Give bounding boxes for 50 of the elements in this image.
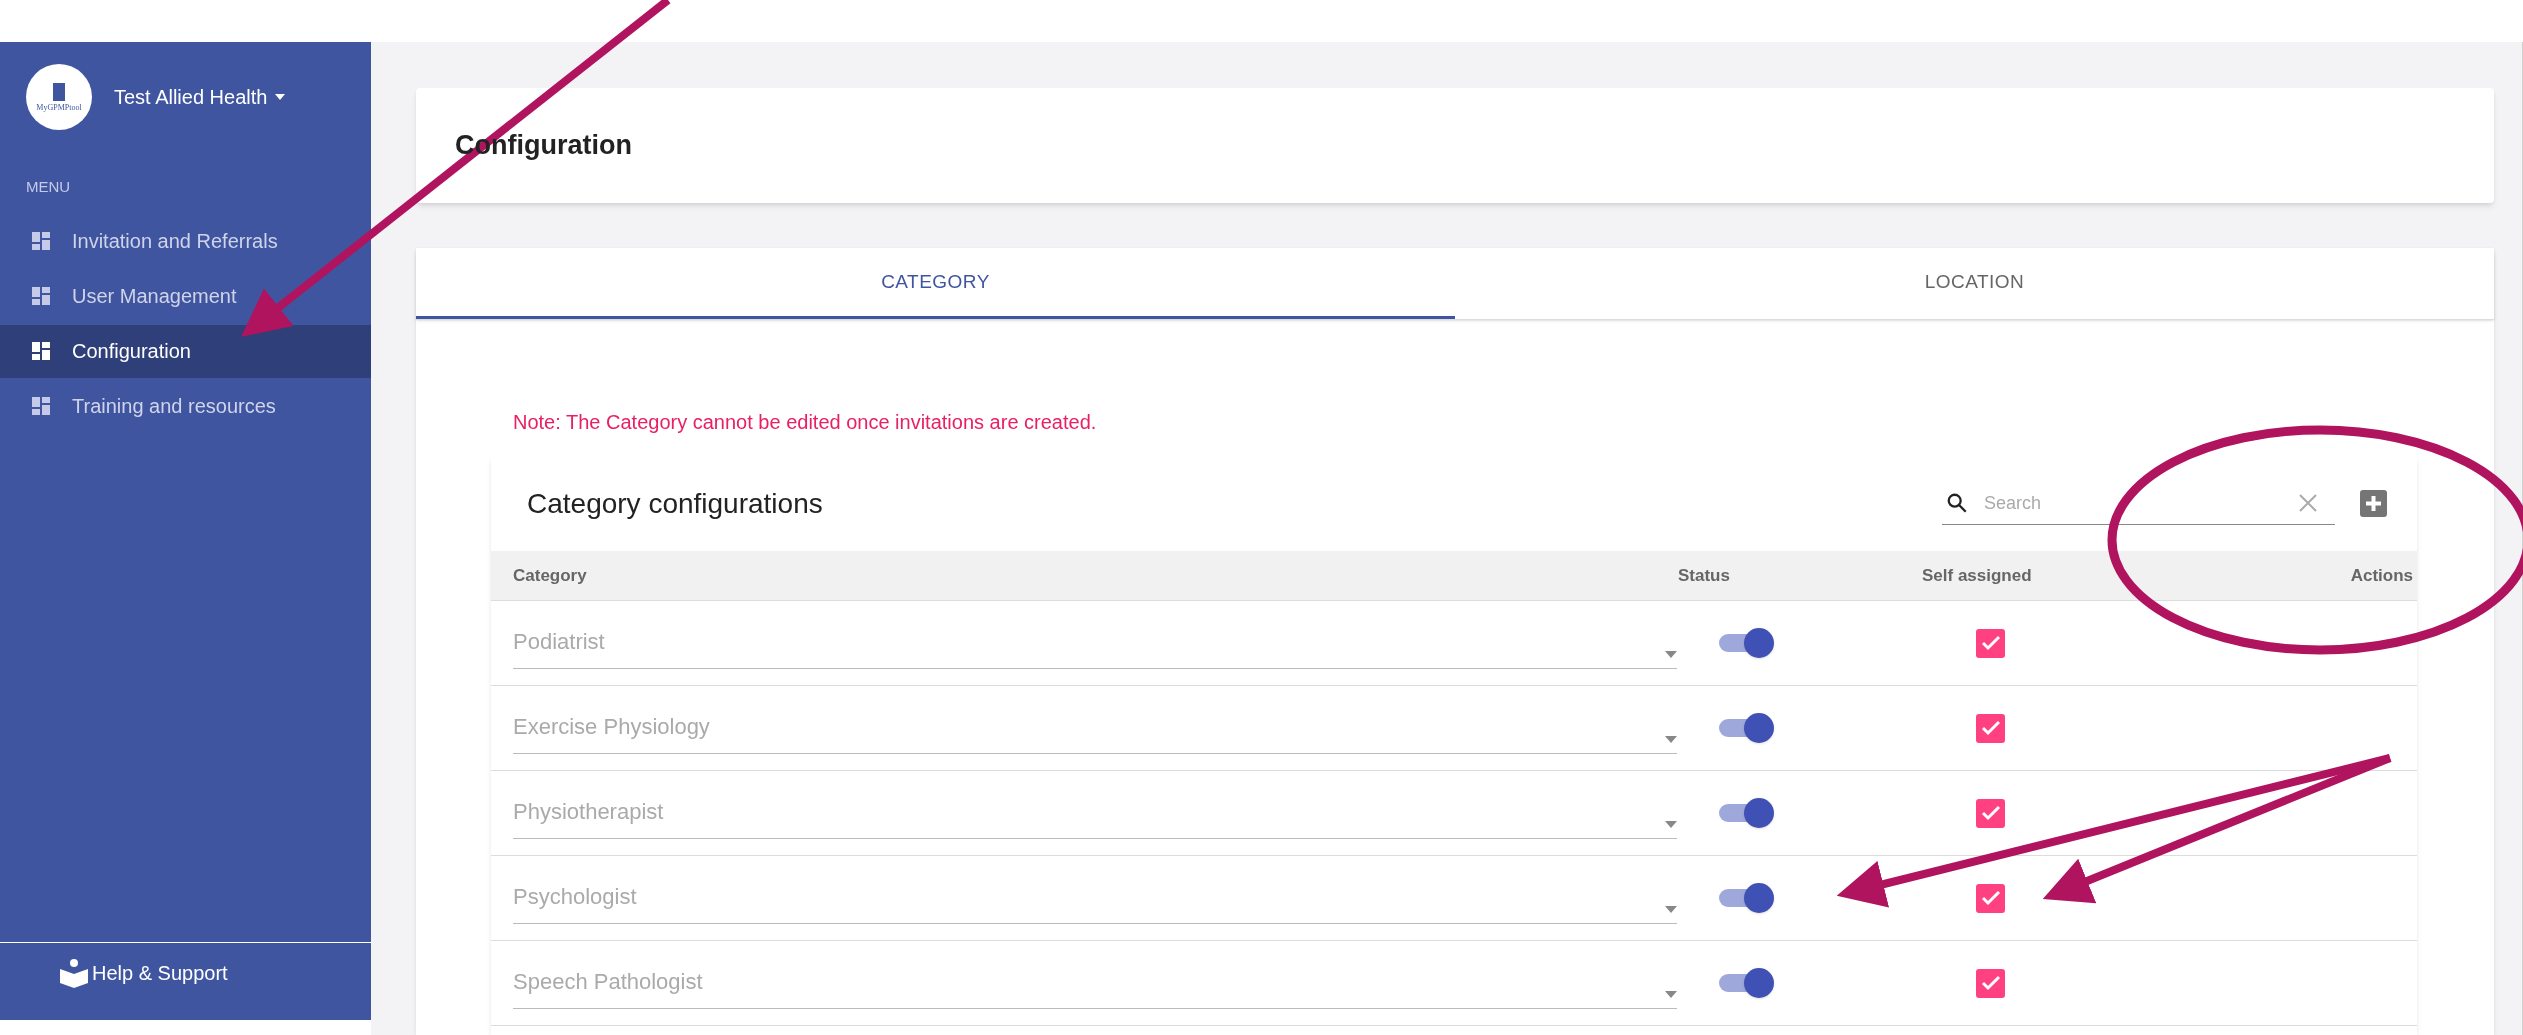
status-toggle[interactable]: [1717, 713, 1774, 743]
self-assigned-checkbox[interactable]: [1976, 968, 2005, 998]
tab[interactable]: CATEGORY: [416, 248, 1455, 319]
book-reader-icon: [60, 957, 88, 988]
caret-icon: [275, 94, 286, 100]
status-toggle[interactable]: [1717, 628, 1774, 658]
sidebar-item-label: Training and resources: [72, 394, 276, 419]
check-icon: [1980, 720, 2001, 736]
search-icon: [1946, 492, 1968, 514]
dashboard-icon: [32, 232, 50, 250]
caret-icon: [1665, 906, 1677, 913]
logo-text: MyGPMPtool: [36, 104, 82, 112]
caret-icon: [1665, 651, 1677, 658]
caret-icon: [1665, 821, 1677, 828]
sidebar-item-label: User Management: [72, 284, 237, 309]
self-assigned-checkbox[interactable]: [1976, 798, 2005, 828]
dashboard-icon: [32, 287, 50, 305]
search-input[interactable]: Search: [1984, 489, 2283, 517]
check-icon: [1980, 635, 2001, 651]
column-header: Status: [1678, 564, 1731, 587]
sidebar-item-label: Invitation and Referrals: [72, 229, 278, 254]
sidebar-item[interactable]: Invitation and Referrals: [0, 214, 371, 268]
column-header: Category: [513, 564, 588, 587]
caret-icon: [1665, 991, 1677, 998]
status-toggle[interactable]: [1717, 968, 1774, 998]
tab[interactable]: LOCATION: [1455, 248, 2494, 319]
caret-icon: [1665, 736, 1677, 743]
status-toggle[interactable]: [1717, 798, 1774, 828]
table-title: Category configurations: [527, 486, 824, 521]
sidebar-item[interactable]: Configuration: [0, 324, 371, 378]
menu-label: MENU: [26, 177, 72, 197]
check-icon: [1980, 975, 2001, 991]
self-assigned-checkbox[interactable]: [1976, 628, 2005, 658]
dashboard-icon: [32, 397, 50, 415]
check-icon: [1980, 890, 2001, 906]
sidebar-item[interactable]: User Management: [0, 269, 371, 323]
organization-dropdown[interactable]: Test Allied Health: [114, 82, 286, 112]
dashboard-icon: [32, 342, 50, 360]
column-header: Self assigned: [1922, 564, 2033, 587]
self-assigned-checkbox[interactable]: [1976, 883, 2005, 913]
sidebar-item-label: Configuration: [72, 339, 191, 364]
sidebar-item[interactable]: Training and resources: [0, 379, 371, 433]
help-support-link[interactable]: Help & Support: [92, 957, 228, 988]
column-header: Actions: [2350, 564, 2413, 587]
self-assigned-checkbox[interactable]: [1976, 713, 2005, 743]
note-text: Note: The Category cannot be edited once invitations are created.: [513, 410, 1098, 435]
check-icon: [1980, 805, 2001, 821]
close-icon[interactable]: [2299, 494, 2317, 512]
status-toggle[interactable]: [1717, 883, 1774, 913]
add-icon[interactable]: [2360, 490, 2387, 517]
